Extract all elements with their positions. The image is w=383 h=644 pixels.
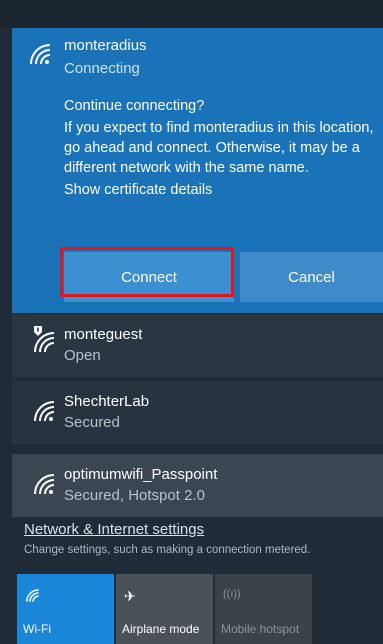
mobile-hotspot-tile-label: Mobile hotspot bbox=[221, 622, 300, 636]
show-certificate-link[interactable]: Show certificate details bbox=[64, 180, 378, 200]
wifi-icon bbox=[34, 474, 55, 495]
cancel-button[interactable]: Cancel bbox=[240, 252, 383, 302]
airplane-mode-tile-label: Airplane mode bbox=[122, 622, 200, 636]
network-status: Open bbox=[64, 347, 101, 364]
connect-prompt: Continue connecting? If you expect to fi… bbox=[64, 96, 378, 200]
connect-button[interactable]: Connect bbox=[64, 252, 234, 302]
airplane-icon: ✈ bbox=[124, 588, 136, 604]
wifi-icon bbox=[26, 589, 39, 602]
mobile-hotspot-tile[interactable]: ((ı)) Mobile hotspot bbox=[215, 574, 312, 644]
wifi-icon bbox=[34, 401, 55, 422]
network-status: Secured, Hotspot 2.0 bbox=[64, 487, 205, 504]
airplane-mode-tile[interactable]: ✈ Airplane mode bbox=[116, 574, 213, 644]
hotspot-icon: ((ı)) bbox=[223, 588, 241, 600]
selected-network-status: Connecting bbox=[64, 60, 140, 77]
wifi-icon bbox=[30, 44, 51, 65]
network-status: Secured bbox=[64, 414, 120, 431]
network-settings-link[interactable]: Network & Internet settings bbox=[24, 521, 204, 538]
network-name: optimumwifi_Passpoint bbox=[64, 466, 218, 483]
prompt-body: If you expect to find monteradius in thi… bbox=[64, 120, 374, 176]
network-item-monteguest[interactable]: monteguest Open bbox=[12, 314, 383, 377]
wifi-warning-icon bbox=[34, 326, 55, 353]
selected-network-name: monteradius bbox=[64, 37, 147, 54]
network-settings-description: Change settings, such as making a connec… bbox=[24, 544, 311, 556]
prompt-question: Continue connecting? bbox=[64, 98, 205, 114]
wifi-tile-label: Wi-Fi bbox=[23, 622, 51, 636]
network-name: ShechterLab bbox=[64, 393, 150, 410]
top-strip bbox=[0, 0, 383, 28]
network-item-shechterlab[interactable]: ShechterLab Secured bbox=[12, 381, 383, 444]
network-item-optimumwifi[interactable]: optimumwifi_Passpoint Secured, Hotspot 2… bbox=[12, 454, 383, 517]
network-name: monteguest bbox=[64, 326, 143, 343]
wifi-tile[interactable]: Wi-Fi bbox=[17, 574, 114, 644]
